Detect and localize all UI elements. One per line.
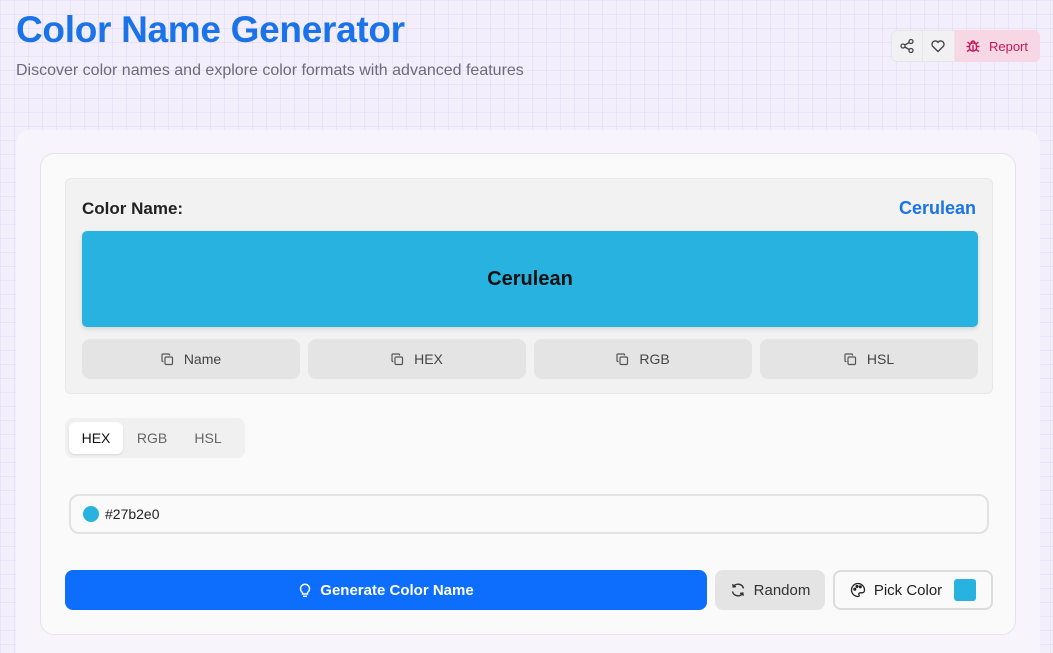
copy-hsl-button[interactable]: HSL [760, 339, 978, 379]
copy-name-label: Name [183, 351, 222, 367]
generator-card: Color Name: Cerulean Cerulean Name HEX R… [40, 153, 1016, 635]
copy-hex-label: HEX [414, 351, 443, 367]
refresh-icon [730, 582, 746, 598]
color-input-field [69, 494, 989, 534]
copy-icon [844, 352, 857, 366]
hex-input[interactable] [105, 506, 905, 522]
heart-icon [930, 38, 946, 54]
color-preview-dot [83, 506, 99, 522]
tab-hex[interactable]: HEX [69, 422, 123, 454]
report-button[interactable]: Report [954, 30, 1040, 62]
copy-rgb-button[interactable]: RGB [534, 339, 752, 379]
copy-hsl-label: HSL [866, 351, 895, 367]
random-label: Random [753, 581, 811, 599]
favorite-button[interactable] [922, 30, 955, 62]
copy-icon [161, 352, 174, 366]
picked-color-swatch[interactable] [954, 579, 977, 601]
header-actions: Report [890, 30, 1040, 62]
result-box: Color Name: Cerulean Cerulean Name HEX R… [65, 178, 993, 394]
tab-hsl[interactable]: HSL [181, 422, 235, 454]
copy-icon [616, 352, 629, 366]
copy-name-button[interactable]: Name [82, 339, 300, 379]
copy-hex-button[interactable]: HEX [308, 339, 526, 379]
pick-color-label: Pick Color [873, 581, 943, 599]
pick-color-button[interactable]: Pick Color [833, 570, 993, 610]
page-title: Color Name Generator [16, 9, 405, 50]
share-button[interactable] [890, 30, 923, 62]
color-name-label: Color Name: [82, 199, 184, 218]
copy-rgb-label: RGB [639, 351, 670, 367]
generate-button[interactable]: Generate Color Name [65, 570, 707, 610]
tab-rgb[interactable]: RGB [125, 422, 179, 454]
color-swatch: Cerulean [82, 231, 978, 327]
random-button[interactable]: Random [715, 570, 825, 610]
bug-icon [965, 38, 981, 54]
share-icon [899, 38, 915, 54]
copy-buttons: Name HEX RGB HSL [82, 339, 978, 379]
copy-icon [391, 352, 404, 366]
format-tabs: HEX RGB HSL [65, 418, 245, 458]
page-subtitle: Discover color names and explore color f… [16, 62, 524, 79]
color-name-value: Cerulean [898, 198, 976, 218]
report-label: Report [988, 38, 1028, 54]
palette-icon [850, 582, 866, 598]
generate-label: Generate Color Name [320, 581, 474, 599]
lightbulb-icon [298, 582, 312, 598]
